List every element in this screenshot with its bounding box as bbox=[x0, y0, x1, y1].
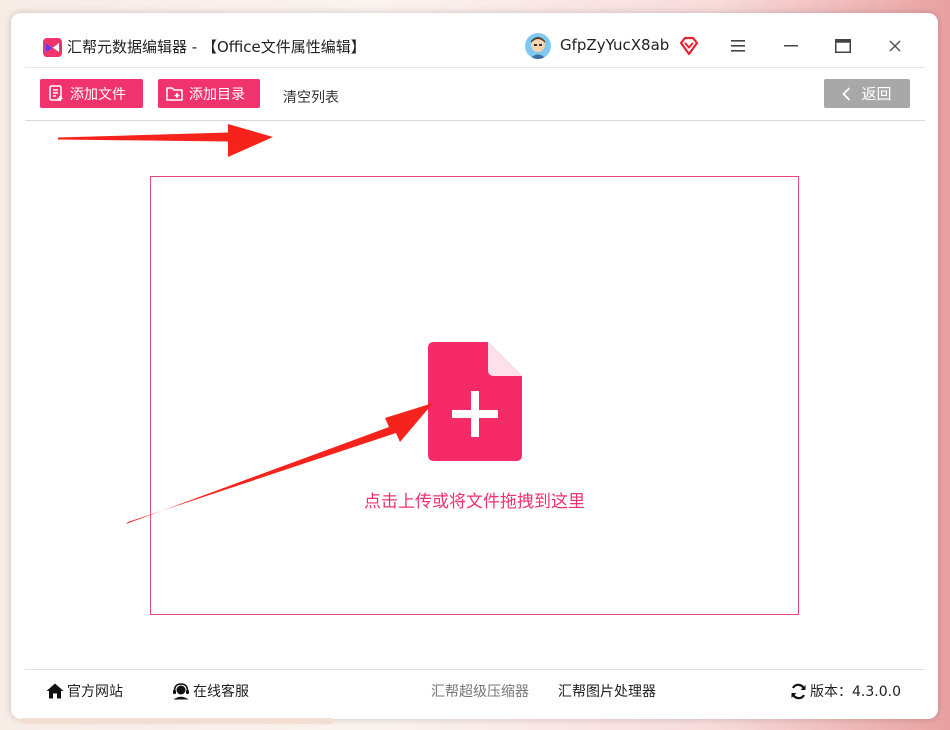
background-strip bbox=[22, 718, 332, 724]
annotation-arrows bbox=[58, 124, 433, 524]
arrow-top bbox=[58, 124, 273, 157]
arrow-diagonal bbox=[126, 403, 433, 524]
